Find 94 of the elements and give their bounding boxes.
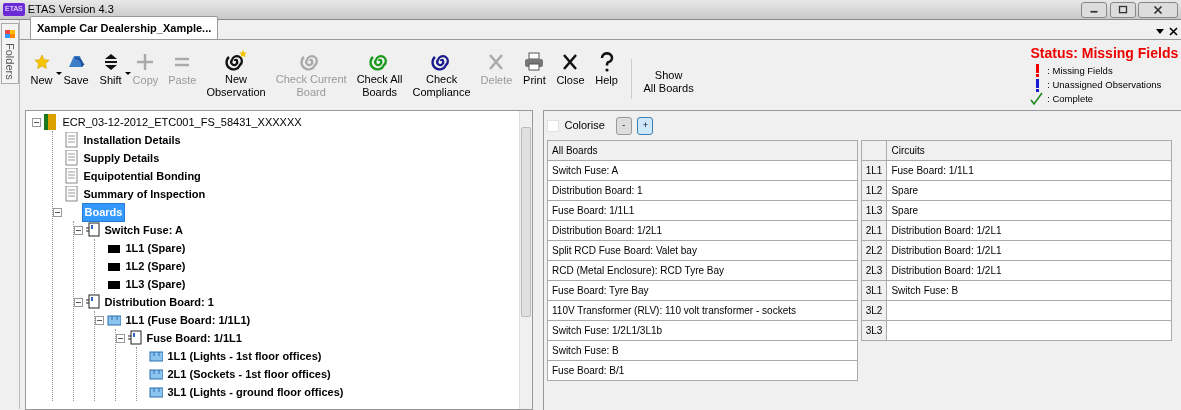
board-icon	[127, 330, 142, 347]
document-tab[interactable]: Xample Car Dealership_Xample...	[30, 15, 219, 39]
tree-item[interactable]: Switch Fuse: A	[102, 222, 185, 239]
table-cell: Switch Fuse: B	[547, 340, 858, 361]
circuit-icon	[148, 348, 163, 365]
row-header: 1L2	[861, 180, 887, 201]
close-button[interactable]	[1138, 1, 1179, 18]
row-header: 1L3	[861, 200, 887, 221]
tree-item[interactable]: Distribution Board: 1	[102, 294, 216, 311]
toolbar-button[interactable]: Print	[518, 49, 551, 99]
board-icon	[85, 222, 100, 239]
report-icon	[43, 114, 58, 131]
table-cell: Distribution Board: 1	[547, 180, 858, 201]
column-header: All Boards	[547, 140, 858, 161]
checkmark-icon	[1030, 92, 1045, 107]
table-cell: RCD (Metal Enclosure): RCD Tyre Bay	[547, 260, 858, 281]
spiral-icon	[224, 49, 249, 74]
board-icon	[85, 294, 100, 311]
document-icon	[64, 168, 79, 185]
table-cell: Split RCD Fuse Board: Valet bay	[547, 240, 858, 261]
collapse-icon[interactable]	[31, 117, 41, 127]
collapse-icon[interactable]	[115, 333, 125, 343]
tree-item[interactable]: Summary of Inspection	[81, 186, 208, 203]
tree-item[interactable]: Fuse Board: 1/1L1	[144, 330, 244, 347]
colorise-label: Colorise	[564, 118, 605, 134]
close-icon[interactable]	[1169, 27, 1179, 37]
tree-item[interactable]: Equipotential Bonding	[81, 168, 203, 185]
tree-item[interactable]: Installation Details	[81, 132, 183, 149]
table-cell: Switch Fuse: 1/2L1/3L1b	[547, 320, 858, 341]
table-cell: Fuse Board: 1/1L1	[547, 200, 858, 221]
scrollbar-thumb[interactable]	[521, 126, 531, 317]
table-cell: Distribution Board: 1/2L1	[886, 220, 1172, 241]
folders-icon	[3, 27, 16, 40]
tree-item[interactable]: 2L1 (Sockets - 1st floor offices)	[165, 366, 333, 383]
collapse-icon[interactable]	[73, 225, 83, 235]
row-header: 2L1	[861, 220, 887, 241]
table-cell: Switch Fuse: B	[886, 280, 1172, 301]
restore-button[interactable]	[1109, 1, 1136, 18]
tree-item[interactable]: 1L1 (Spare)	[123, 240, 188, 257]
status-title: Status: Missing Fields	[1030, 43, 1179, 63]
table-cell: Distribution Board: 1/2L1	[886, 260, 1172, 281]
zoom-button[interactable]: -	[615, 116, 632, 135]
toolbar-button[interactable]: Save	[59, 49, 93, 99]
legend-label: : Unassigned Observations	[1047, 78, 1162, 92]
circuit-icon	[106, 312, 121, 329]
minimize-button[interactable]	[1080, 1, 1107, 18]
tree-item[interactable]: 3L1 (Lights - ground floor offices)	[165, 384, 346, 401]
table-cell: Fuse Board: Tyre Bay	[547, 280, 858, 301]
tree-item[interactable]: 1L2 (Spare)	[123, 258, 188, 275]
table-cell: Fuse Board: 1/1L1	[886, 160, 1172, 181]
table-cell: Spare	[886, 180, 1172, 201]
toolbar-button[interactable]: Close	[552, 49, 589, 99]
dropdown-icon[interactable]	[1155, 28, 1164, 35]
folders-tab[interactable]: Folders	[0, 22, 19, 85]
table-cell: 110V Transformer (RLV): 110 volt transformer - sockets	[547, 300, 858, 321]
tree-item[interactable]: 1L3 (Spare)	[123, 276, 188, 293]
table-cell: Switch Fuse: A	[547, 160, 858, 181]
document-icon	[64, 150, 79, 167]
collapse-icon[interactable]	[52, 207, 62, 217]
toolbar-button[interactable]: Shift	[94, 49, 127, 99]
row-header: 3L1	[861, 280, 887, 301]
table-cell: Fuse Board: B/1	[547, 360, 858, 381]
document-icon	[64, 132, 79, 149]
collapse-icon[interactable]	[94, 315, 104, 325]
colorise-checkbox[interactable]	[547, 119, 559, 132]
circuit-icon	[148, 384, 163, 401]
row-header: 1L1	[861, 160, 887, 181]
toolbar-button[interactable]: New	[25, 49, 58, 99]
column-header: Circuits	[886, 140, 1172, 161]
legend-label: : Missing Fields	[1047, 63, 1113, 78]
document-icon	[64, 186, 79, 203]
tree-item[interactable]: Supply Details	[81, 150, 162, 167]
toolbar-button[interactable]: Check All Boards	[352, 49, 407, 99]
row-header: 3L3	[861, 320, 887, 341]
tree-item[interactable]: ECR_03-12-2012_ETC001_FS_58431_XXXXXX	[60, 114, 304, 131]
tree-item[interactable]: 1L1 (Fuse Board: 1/1L1)	[123, 312, 253, 329]
toolbar-button[interactable]: New Observation	[202, 49, 270, 99]
table-cell: Distribution Board: 1/2L1	[547, 220, 858, 241]
row-header: 2L3	[861, 260, 887, 281]
circuit-icon	[148, 366, 163, 383]
table-cell: Distribution Board: 1/2L1	[886, 240, 1172, 261]
row-header: 3L2	[861, 300, 887, 321]
table-cell: Spare	[886, 200, 1172, 221]
tree-item[interactable]: 1L1 (Lights - 1st floor offices)	[165, 348, 324, 365]
toolbar-button[interactable]: Check Compliance	[408, 49, 475, 99]
row-header: 2L2	[861, 240, 887, 261]
collapse-icon[interactable]	[73, 297, 83, 307]
legend-label: : Complete	[1047, 92, 1094, 107]
toolbar-button[interactable]: Show All Boards	[630, 59, 702, 99]
caret-icon[interactable]	[124, 71, 131, 76]
window-title: ETAS Version 4.3	[27, 2, 114, 18]
zoom-button[interactable]: +	[637, 116, 654, 135]
toolbar-button[interactable]: Help	[590, 49, 623, 99]
caret-icon[interactable]	[55, 71, 62, 76]
